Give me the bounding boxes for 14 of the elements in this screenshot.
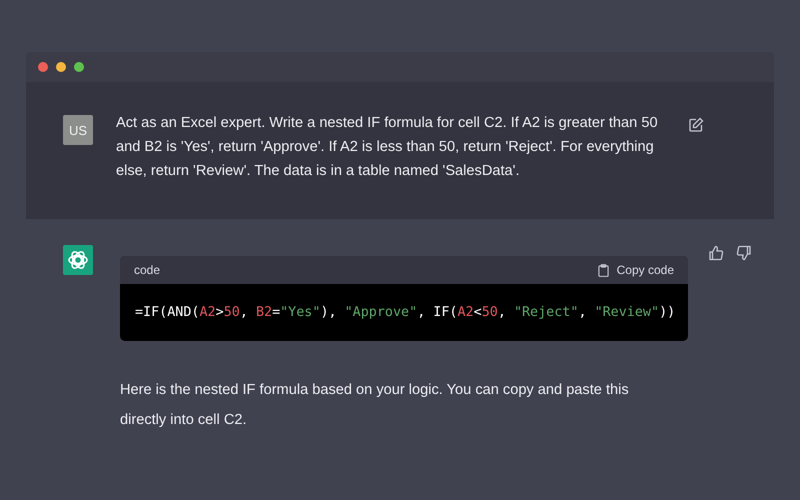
window-control-dot[interactable] [74,62,84,72]
thumbs-up-icon[interactable] [708,245,724,261]
thumbs-down-icon[interactable] [736,245,752,261]
edit-icon[interactable] [688,117,704,133]
assistant-message: Here is the nested IF formula based on your logic. You can copy and paste this directly into cell C2. [120,381,630,430]
window-control-dot[interactable] [56,62,66,72]
copy-code-button[interactable]: Copy code [598,263,674,277]
clipboard-icon [598,264,609,276]
user-avatar: US [63,115,93,145]
user-message: Act as an Excel expert. Write a nested IF formula for cell C2. If A2 is greater than 50 and B2 is 'Yes', return 'Approve'. If A2 is less than 50, return 'Reject'. For everything else, return 'Review'. The data is in a table named 'SalesData'. [116,114,659,181]
code-line: =IF(AND(A2>50, B2="Yes"), "Approve", IF(A2<50, "Reject", "Review")) [135,305,676,320]
assistant-logo-icon [63,245,93,275]
code-language-label: code [134,263,160,277]
window-control-dot[interactable] [38,62,48,72]
